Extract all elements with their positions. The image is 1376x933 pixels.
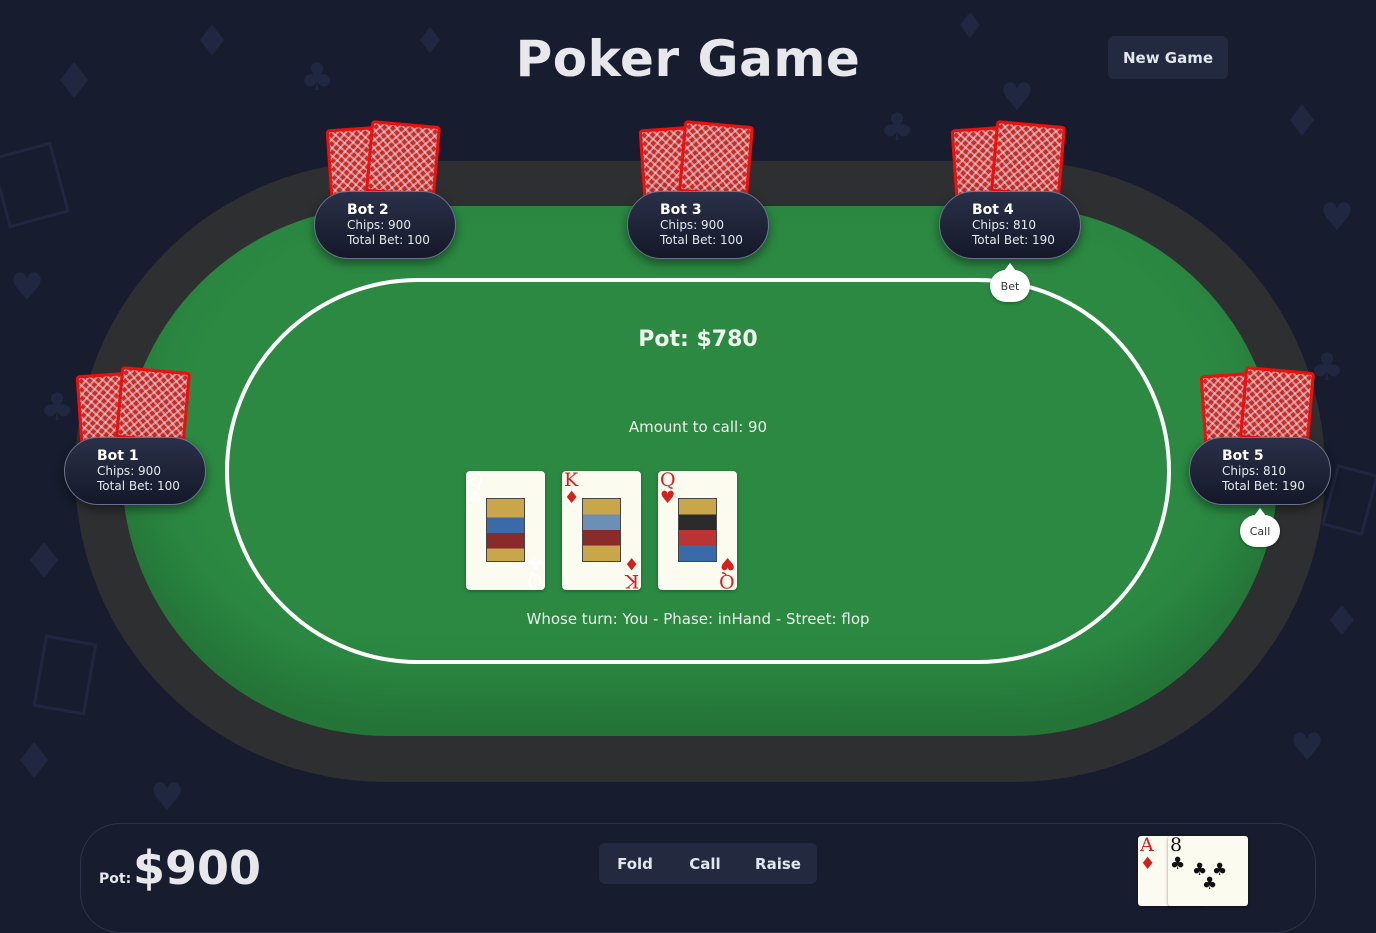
svg-text:♣: ♣ <box>880 105 914 149</box>
call-button[interactable]: Call <box>671 843 739 884</box>
seat-name: Bot 5 <box>1222 448 1264 464</box>
svg-text:♥: ♥ <box>1320 195 1354 239</box>
card-back <box>114 366 192 444</box>
seat-name: Bot 3 <box>660 202 702 218</box>
action-bubble-call: Call <box>1240 508 1280 547</box>
player-pot-label: Pot: <box>99 871 132 887</box>
action-bubble-bet: Bet <box>990 263 1030 302</box>
seat-name: Bot 1 <box>97 448 139 464</box>
card-rank: 8 <box>1170 834 1183 856</box>
new-game-button[interactable]: New Game <box>1108 36 1228 79</box>
player-pot-value: $900 <box>133 841 262 895</box>
fold-button[interactable]: Fold <box>599 843 671 884</box>
player-seat-bot-4: Bot 4 Chips: 810 Total Bet: 190 <box>939 191 1081 259</box>
card-pip-icon: ♣ <box>1202 874 1218 894</box>
seat-total-bet: Total Bet: 100 <box>97 479 180 493</box>
card-back <box>989 120 1067 198</box>
seat-chips: Chips: 900 <box>97 464 161 478</box>
card-suit-icon: ♦ <box>1140 854 1156 874</box>
seat-total-bet: Total Bet: 190 <box>972 233 1055 247</box>
player-seat-bot-3: Bot 3 Chips: 900 Total Bet: 100 <box>627 191 769 259</box>
court-card-art <box>678 498 717 562</box>
table-pot: Pot: $780 <box>638 327 758 352</box>
card-back <box>677 120 755 198</box>
community-card: K ♦ K ♦ <box>562 471 641 590</box>
card-back <box>364 120 442 198</box>
hole-card: 8 ♣ ♣ ♣ ♣ <box>1168 834 1248 906</box>
svg-text:♥: ♥ <box>10 265 44 309</box>
seat-chips: Chips: 900 <box>347 218 411 232</box>
seat-total-bet: Total Bet: 100 <box>660 233 743 247</box>
game-status: Whose turn: You - Phase: inHand - Street… <box>526 610 870 628</box>
svg-text:♥: ♥ <box>150 775 184 819</box>
player-seat-bot-5: Bot 5 Chips: 810 Total Bet: 190 <box>1189 437 1331 505</box>
card-suit-icon: ♣ <box>1170 854 1186 874</box>
card-back <box>1238 366 1316 444</box>
seat-chips: Chips: 810 <box>1222 464 1286 478</box>
card-suit-icon: ♦ <box>564 488 580 508</box>
seat-name: Bot 4 <box>972 202 1014 218</box>
court-card-art <box>486 498 525 562</box>
card-rank: A <box>1140 834 1154 856</box>
seat-chips: Chips: 810 <box>972 218 1036 232</box>
raise-button[interactable]: Raise <box>739 843 817 884</box>
seat-total-bet: Total Bet: 100 <box>347 233 430 247</box>
player-seat-bot-1: Bot 1 Chips: 900 Total Bet: 100 <box>64 437 206 505</box>
community-card: Q ♣ Q ♣ <box>466 471 545 590</box>
seat-total-bet: Total Bet: 190 <box>1222 479 1305 493</box>
card-suit-icon: ♣ <box>468 488 484 508</box>
seat-name: Bot 2 <box>347 202 389 218</box>
community-card: Q ♥ Q ♥ <box>658 471 737 590</box>
court-card-art <box>582 498 621 562</box>
player-seat-bot-2: Bot 2 Chips: 900 Total Bet: 100 <box>314 191 456 259</box>
seat-chips: Chips: 900 <box>660 218 724 232</box>
amount-to-call: Amount to call: 90 <box>628 418 768 436</box>
action-buttons: Fold Call Raise <box>599 843 817 884</box>
svg-text:♥: ♥ <box>1290 725 1324 769</box>
card-suit-icon: ♥ <box>660 488 676 508</box>
